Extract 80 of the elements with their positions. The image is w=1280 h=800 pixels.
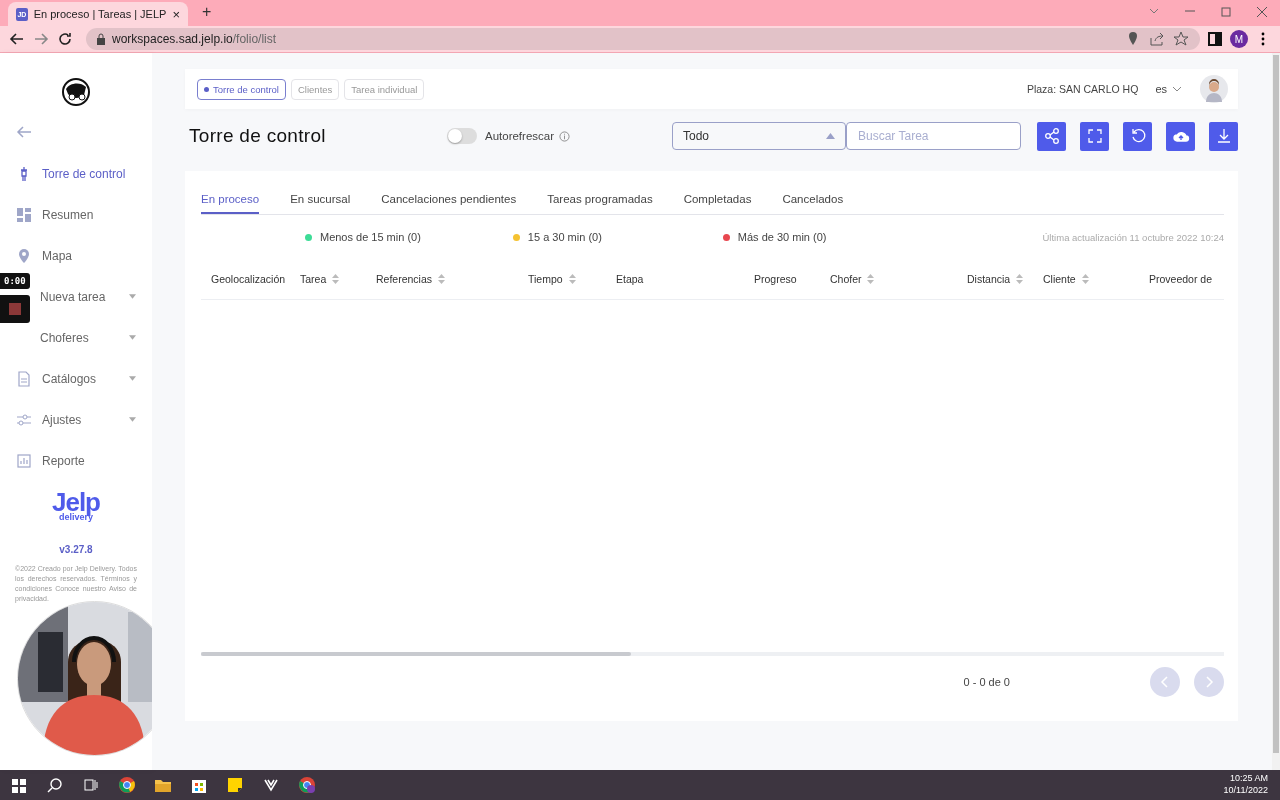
column-header[interactable]: Tiempo: [527, 273, 616, 285]
toggle-switch[interactable]: [446, 128, 477, 144]
version-label: v3.27.8: [58, 544, 94, 555]
close-tab-button[interactable]: ×: [172, 6, 180, 22]
sidebar-item[interactable]: Resumen: [0, 194, 152, 235]
pagination-range: 0 - 0 de 0: [963, 676, 1010, 688]
address-bar[interactable]: workspaces.sad.jelp.io/folio/list: [86, 28, 1200, 50]
status-tab[interactable]: En proceso: [200, 193, 260, 214]
status-tab[interactable]: En sucursal: [290, 193, 351, 214]
plaza-label: Plaza: SAN CARLO HQ: [1026, 83, 1139, 95]
new-tab-button[interactable]: +: [202, 3, 212, 21]
document-icon: [16, 370, 32, 387]
column-header[interactable]: Distancia: [966, 273, 1043, 285]
column-header: Etapa: [615, 273, 645, 285]
url-text: workspaces.sad.jelp.io/folio/list: [112, 32, 277, 46]
profile-avatar[interactable]: M: [1230, 30, 1248, 48]
page-title: Torre de control: [188, 125, 327, 147]
sidebar-item[interactable]: Ajustes: [0, 399, 152, 440]
download-button[interactable]: [1209, 121, 1238, 151]
column-header: Progreso: [753, 273, 798, 285]
brand-logo: Jelp delivery: [50, 489, 101, 522]
windows-icon[interactable]: [10, 776, 28, 794]
sliders-icon: [16, 411, 32, 428]
brand-logo: [60, 77, 92, 107]
caret-icon: [826, 133, 835, 139]
sidebar-item[interactable]: Mapa: [0, 235, 152, 276]
vertical-scrollbar[interactable]: [1272, 53, 1280, 770]
column-header[interactable]: Cliente: [1042, 273, 1149, 285]
fullscreen-icon: [1085, 127, 1104, 145]
fullscreen-button[interactable]: [1080, 121, 1109, 151]
sidebar-item[interactable]: Catálogos: [0, 358, 152, 399]
browser-icon[interactable]: [118, 776, 136, 794]
sidebar-item[interactable]: Nueva tarea: [40, 276, 152, 317]
lock-icon: [96, 33, 106, 45]
filter-dropdown[interactable]: Todo: [672, 122, 846, 150]
status-tab[interactable]: Tareas programadas: [547, 193, 653, 214]
taskbar-clock[interactable]: 10:25 AM 10/11/2022: [1223, 773, 1280, 797]
chevron-left-icon: [1160, 676, 1170, 688]
status-tab[interactable]: Cancelados: [782, 193, 844, 214]
side-panel-icon[interactable]: [1206, 30, 1224, 48]
search-field[interactable]: Buscar Tarea: [846, 122, 1021, 150]
share-button[interactable]: [1037, 121, 1066, 151]
reload-icon[interactable]: [56, 30, 74, 48]
cloud-upload-button[interactable]: [1166, 121, 1195, 151]
status-tab[interactable]: Completadas: [683, 193, 752, 214]
legend-label: Más de 30 min (0): [737, 231, 827, 243]
legend-label: Menos de 15 min (0): [319, 231, 421, 243]
horizontal-scrollbar[interactable]: [200, 652, 1224, 656]
bar-chart-icon: [16, 452, 32, 469]
column-header[interactable]: Chofer: [829, 273, 967, 285]
toggle-label: Autorefrescar: [484, 130, 554, 142]
sidebar-item[interactable]: Choferes: [40, 317, 152, 358]
search-icon[interactable]: [46, 776, 64, 794]
back-arrow-icon[interactable]: [16, 125, 32, 139]
tab-title: En proceso | Tareas | JELP: [33, 8, 167, 20]
last-update-text: Última actualización 11 octubre 2022 10:24: [1042, 231, 1224, 243]
task-view-icon[interactable]: [82, 776, 100, 794]
column-header: Geolocalización: [210, 273, 287, 285]
chevron-right-icon: [1204, 676, 1214, 688]
legend-label: 15 a 30 min (0): [527, 231, 602, 243]
browser-icon[interactable]: [298, 776, 316, 794]
sidebar-item[interactable]: Torre de control: [0, 153, 152, 194]
share-icon[interactable]: [1148, 30, 1166, 48]
breadcrumb-tab[interactable]: Torre de control: [196, 78, 286, 100]
chevron-down-icon: [1173, 86, 1181, 92]
share-icon: [1042, 127, 1061, 145]
language-select[interactable]: es: [1155, 83, 1181, 95]
grid-icon: [16, 206, 32, 223]
status-tab[interactable]: Cancelaciones pendientes: [381, 193, 517, 214]
map-pin-icon: [16, 247, 32, 264]
stop-recording-button[interactable]: [0, 295, 30, 323]
sticky-note-icon[interactable]: [226, 776, 244, 794]
recording-timer: 0:00: [0, 273, 30, 289]
column-header[interactable]: Tarea: [299, 273, 376, 285]
sidebar-item[interactable]: Reporte: [0, 440, 152, 481]
star-icon[interactable]: [1172, 30, 1190, 48]
refresh-button[interactable]: [1123, 121, 1152, 151]
column-header: Proveedor de: [1148, 273, 1213, 285]
info-icon[interactable]: [559, 130, 570, 142]
column-header[interactable]: Referencias: [375, 273, 528, 285]
